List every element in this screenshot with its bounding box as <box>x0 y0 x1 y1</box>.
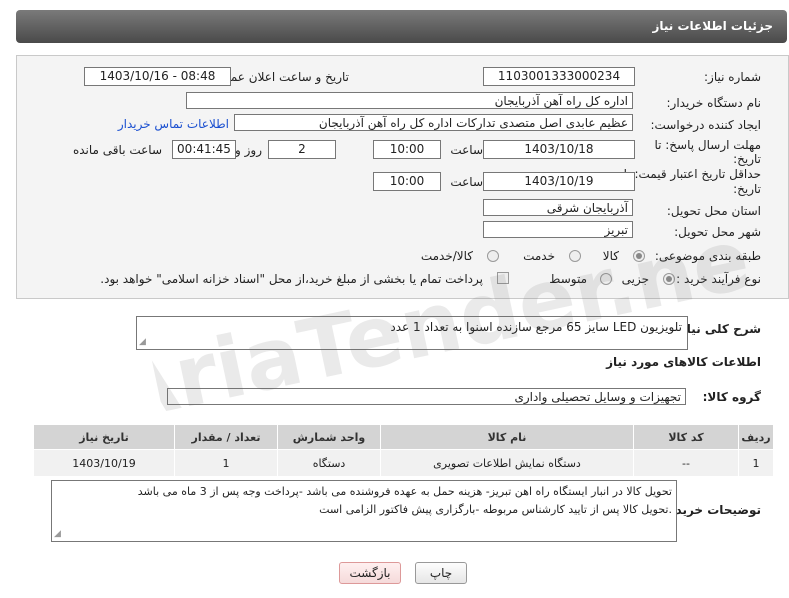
category-option-service: خدمت <box>523 249 555 263</box>
buyer-notes-field: تحویل کالا در انبار ایستگاه راه اهن تبری… <box>51 480 677 542</box>
deadline-date-field: 1403/10/18 <box>483 140 635 159</box>
back-button[interactable]: بازگشت <box>339 562 401 584</box>
province-label: استان محل تحویل: <box>666 204 761 218</box>
buyer-org-label: نام دستگاه خریدار: <box>666 96 762 110</box>
province-field: آذربایجان شرقی <box>483 199 633 216</box>
cell-date: 1403/10/19 <box>33 449 175 477</box>
page-header: جزئیات اطلاعات نیاز <box>16 10 787 43</box>
category-radio-service[interactable] <box>569 250 581 262</box>
days-field: 2 <box>268 140 336 159</box>
process-radio-partial[interactable] <box>663 273 675 285</box>
cell-qty: 1 <box>174 449 278 477</box>
resize-grip-icon[interactable]: ◢ <box>54 530 61 539</box>
deadline-label: مهلت ارسال پاسخ: تا <box>654 138 761 152</box>
table-row: 1 -- دستگاه نمایش اطلاعات تصویری دستگاه … <box>33 449 774 477</box>
goods-table: ردیف کد کالا نام کالا واحد شمارش تعداد /… <box>33 424 774 477</box>
validity-time-field: 10:00 <box>373 172 441 191</box>
category-radio-goods[interactable] <box>633 250 645 262</box>
cell-name: دستگاه نمایش اطلاعات تصویری <box>380 449 634 477</box>
category-option-goods: کالا <box>602 249 619 263</box>
buyer-notes-line1: تحویل کالا در انبار ایستگاه راه اهن تبری… <box>137 485 672 498</box>
category-label: طبقه بندی موضوعی: <box>654 249 761 263</box>
city-field: تبریز <box>483 221 633 238</box>
col-qty-header: تعداد / مقدار <box>174 424 278 450</box>
treasury-note: پرداخت تمام یا بخشی از مبلغ خرید،از محل … <box>100 272 483 286</box>
col-unit-header: واحد شمارش <box>277 424 381 450</box>
goods-section-title: اطلاعات کالاهای مورد نیاز <box>606 355 761 369</box>
validity-label: حداقل تاریخ اعتبار قیمت: تا <box>623 167 761 181</box>
validity-label-date: تاریخ: <box>733 182 761 196</box>
cell-row: 1 <box>738 449 774 477</box>
deadline-hour-label: ساعت <box>450 143 483 157</box>
cell-code: -- <box>633 449 739 477</box>
cell-unit: دستگاه <box>277 449 381 477</box>
page-title: جزئیات اطلاعات نیاز <box>652 19 773 33</box>
col-name-header: نام کالا <box>380 424 634 450</box>
city-label: شهر محل تحویل: <box>674 225 761 239</box>
goods-group-label: گروه کالا: <box>702 390 761 404</box>
validity-hour-label: ساعت <box>450 175 483 189</box>
treasury-checkbox[interactable] <box>497 272 509 284</box>
process-option-medium: متوسط <box>549 272 587 286</box>
days-label: روز و <box>235 143 262 157</box>
creator-label: ایجاد کننده درخواست: <box>650 118 761 132</box>
category-option-both: کالا/خدمت <box>420 249 473 263</box>
table-header-row: ردیف کد کالا نام کالا واحد شمارش تعداد /… <box>33 424 774 450</box>
category-radio-both[interactable] <box>487 250 499 262</box>
buyer-notes-line2: .تحویل کالا پس از تایید کارشناس مربوطه -… <box>319 503 672 516</box>
col-date-header: تاریخ نیاز <box>33 424 175 450</box>
summary-field: تلویزیون LED سایز 65 مرجع سازنده اسنوا ب… <box>136 316 688 350</box>
deadline-label-date: تاریخ: <box>733 152 761 166</box>
validity-date-field: 1403/10/19 <box>483 172 635 191</box>
print-button[interactable]: چاپ <box>415 562 467 584</box>
remaining-time-field: 00:41:45 <box>172 140 236 159</box>
process-label: نوع فرآیند خرید : <box>676 272 761 286</box>
announce-datetime-field: 1403/10/16 - 08:48 <box>84 67 231 86</box>
resize-grip-icon[interactable]: ◢ <box>139 338 146 347</box>
col-row-header: ردیف <box>738 424 774 450</box>
col-code-header: کد کالا <box>633 424 739 450</box>
contact-info-link[interactable]: اطلاعات تماس خریدار <box>118 117 229 131</box>
goods-group-field: تجهیزات و وسایل تحصیلی واداری <box>167 388 686 405</box>
summary-text: تلویزیون LED سایز 65 مرجع سازنده اسنوا ب… <box>390 320 682 334</box>
process-option-partial: جزیی <box>621 272 649 286</box>
process-radio-medium[interactable] <box>600 273 612 285</box>
creator-field: عظیم عابدی اصل متصدی تدارکات اداره کل را… <box>234 114 633 131</box>
deadline-time-field: 10:00 <box>373 140 441 159</box>
need-number-field: 1103001333000234 <box>483 67 635 86</box>
need-number-label: شماره نیاز: <box>704 70 761 84</box>
remaining-label: ساعت باقی مانده <box>72 143 162 157</box>
buyer-org-field: اداره کل راه آهن آذربایجان <box>186 92 633 109</box>
